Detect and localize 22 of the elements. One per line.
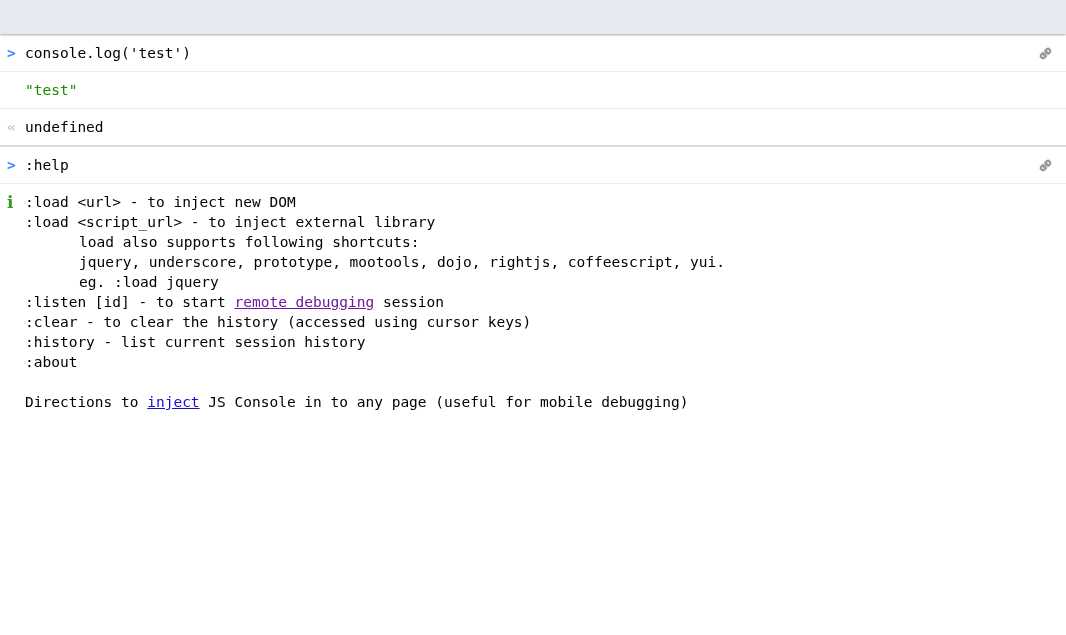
link-icon[interactable] — [1037, 157, 1054, 174]
help-line: eg. :load jquery — [78, 273, 220, 292]
link-icon[interactable] — [1037, 45, 1054, 62]
help-line: load also supports following shortcuts: — [78, 233, 421, 252]
prompt-arrow: > — [7, 44, 17, 63]
command-text: :help — [25, 156, 70, 175]
help-line: Directions to inject JS Console in to any page (useful for mobile debugging) — [25, 393, 690, 412]
help-line: jquery, underscore, prototype, mootools, dojo, rightjs, coffeescript, yui. — [78, 253, 726, 272]
help-line: :listen [id] - to start remote debugging session — [25, 293, 446, 312]
result-text: undefined — [25, 118, 105, 137]
help-line: :load <script_url> - to inject external library — [25, 213, 437, 232]
help-line: :clear - to clear the history (accessed using cursor keys) — [25, 313, 533, 332]
result-marker: « — [7, 118, 17, 137]
text-link[interactable]: inject — [147, 394, 200, 410]
info-icon: i — [7, 192, 25, 212]
prompt-arrow: > — [7, 156, 17, 175]
help-line: :history - list current session history — [25, 333, 367, 352]
log-output: "test" — [25, 81, 79, 100]
help-line: :about — [25, 353, 79, 372]
text-link[interactable]: remote debugging — [234, 294, 375, 310]
help-line: :load <url> - to inject new DOM — [25, 193, 297, 212]
command-text: console.log('test') — [25, 44, 192, 63]
